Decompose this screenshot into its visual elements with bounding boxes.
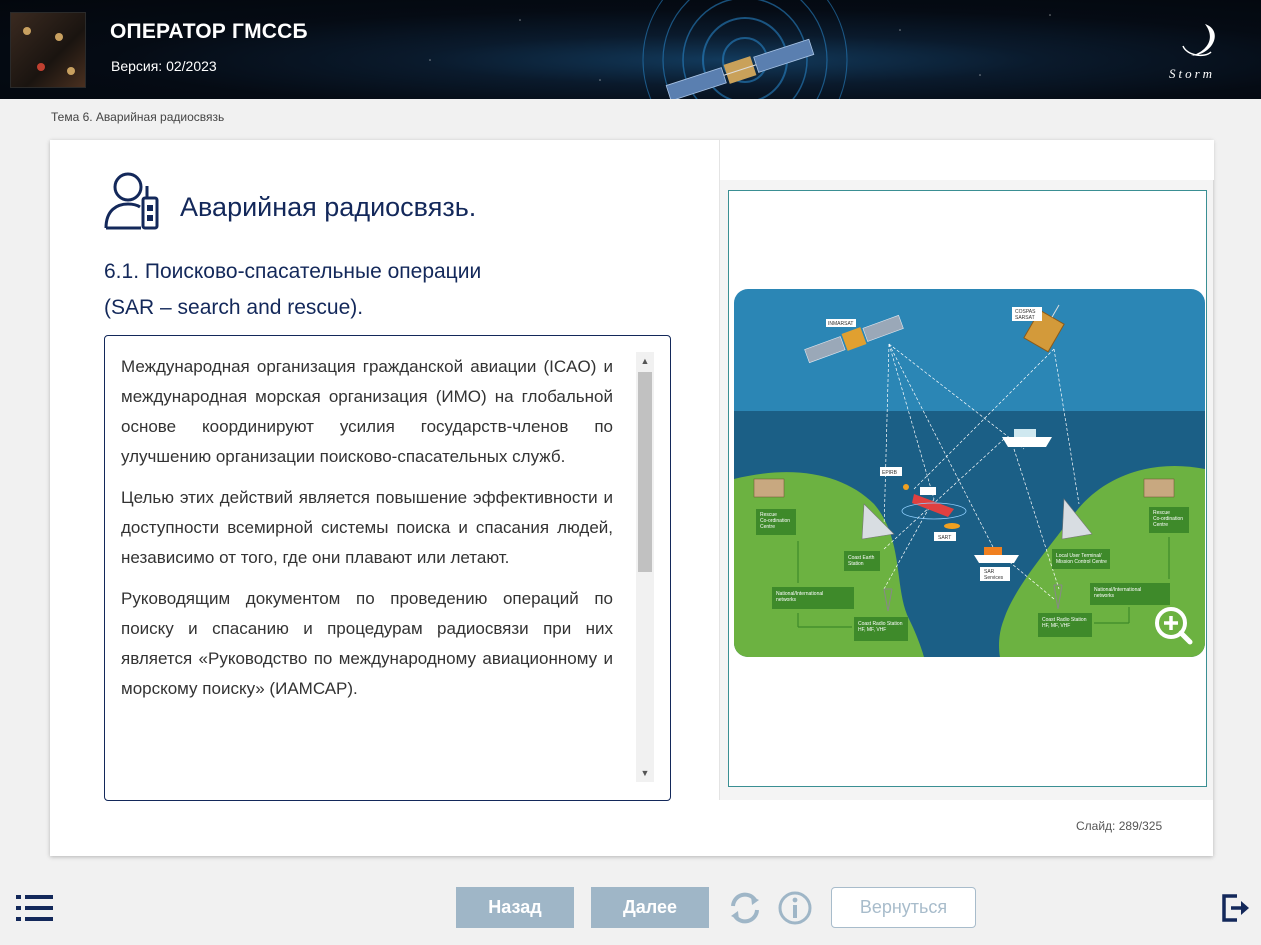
subtitle-line-1: 6.1. Поисково-спасательные операции (104, 260, 482, 283)
svg-text:Centre: Centre (1153, 522, 1168, 528)
back-button[interactable]: Назад (456, 887, 574, 928)
svg-text:Centre: Centre (760, 524, 775, 530)
person-radio-icon (104, 172, 159, 230)
app-header: ОПЕРАТОР ГМССБ Версия: 02/2023 Storm (0, 0, 1261, 99)
table-of-contents-icon[interactable] (16, 893, 54, 923)
paragraph: Руководящим документом по проведению опе… (121, 589, 613, 698)
image-frame: INMARSAT COSPAS SARSAT EPIRB SART SAR Se… (728, 190, 1207, 787)
paragraph: Международная организация гражданской ав… (121, 357, 613, 466)
svg-text:INMARSAT: INMARSAT (828, 321, 853, 327)
svg-text:Mission Control Centre: Mission Control Centre (1056, 559, 1107, 565)
svg-text:HF, MF, VHF: HF, MF, VHF (858, 627, 886, 633)
svg-text:SART: SART (938, 535, 951, 541)
slide-subtitle: 6.1. Поисково-спасательные операции (SAR… (104, 254, 664, 326)
slide-counter-label: Слайд: (1076, 819, 1116, 833)
reload-icon[interactable] (727, 890, 763, 926)
slide-counter-value: 289/325 (1118, 819, 1163, 833)
text-scroll-box[interactable]: Международная организация гражданской ав… (104, 335, 671, 801)
next-button[interactable]: Далее (591, 887, 709, 928)
building-icon (1143, 478, 1175, 498)
breadcrumb: Тема 6. Аварийная радиосвязь (51, 110, 225, 124)
app-thumbnail (10, 12, 86, 88)
text-content: Международная организация гражданской ав… (121, 352, 613, 715)
svg-text:Storm: Storm (1169, 66, 1215, 81)
app-title: ОПЕРАТОР ГМССБ (110, 20, 308, 43)
exit-icon[interactable] (1221, 893, 1251, 923)
scrollbar-thumb[interactable] (638, 372, 652, 572)
subtitle-line-2: (SAR – search and rescue). (104, 296, 364, 319)
satellite-banner-graphic (429, 0, 1051, 99)
svg-text:Station: Station (848, 561, 864, 567)
building-icon (753, 478, 785, 498)
sar-diagram[interactable]: INMARSAT COSPAS SARSAT EPIRB SART SAR Se… (734, 289, 1205, 657)
storm-logo: Storm (1169, 24, 1215, 81)
image-pane: INMARSAT COSPAS SARSAT EPIRB SART SAR Se… (719, 140, 1214, 800)
svg-text:Services: Services (984, 575, 1004, 581)
version-label: Версия: 02/2023 (111, 58, 217, 74)
paragraph: Целью этих действий является повышение э… (121, 488, 613, 567)
svg-text:EPIRB: EPIRB (882, 470, 898, 476)
slide-title: Аварийная радиосвязь. (180, 192, 477, 222)
svg-text:SARSAT: SARSAT (1015, 315, 1035, 321)
svg-text:HF, MF, VHF: HF, MF, VHF (1042, 623, 1070, 629)
sar-diagram-graphic: INMARSAT COSPAS SARSAT EPIRB SART SAR Se… (734, 289, 1205, 657)
scroll-up-arrow-icon[interactable]: ▲ (636, 352, 654, 370)
return-button[interactable]: Вернуться (831, 887, 976, 928)
scroll-down-arrow-icon[interactable]: ▼ (636, 764, 654, 782)
info-icon[interactable] (777, 890, 813, 926)
slide-counter: Слайд: 289/325 (1076, 819, 1162, 833)
svg-text:networks: networks (1094, 593, 1115, 599)
slide-card: Аварийная радиосвязь. 6.1. Поисково-спас… (50, 140, 1214, 856)
svg-text:networks: networks (776, 597, 797, 603)
scrollbar[interactable]: ▲ ▼ (636, 352, 654, 782)
